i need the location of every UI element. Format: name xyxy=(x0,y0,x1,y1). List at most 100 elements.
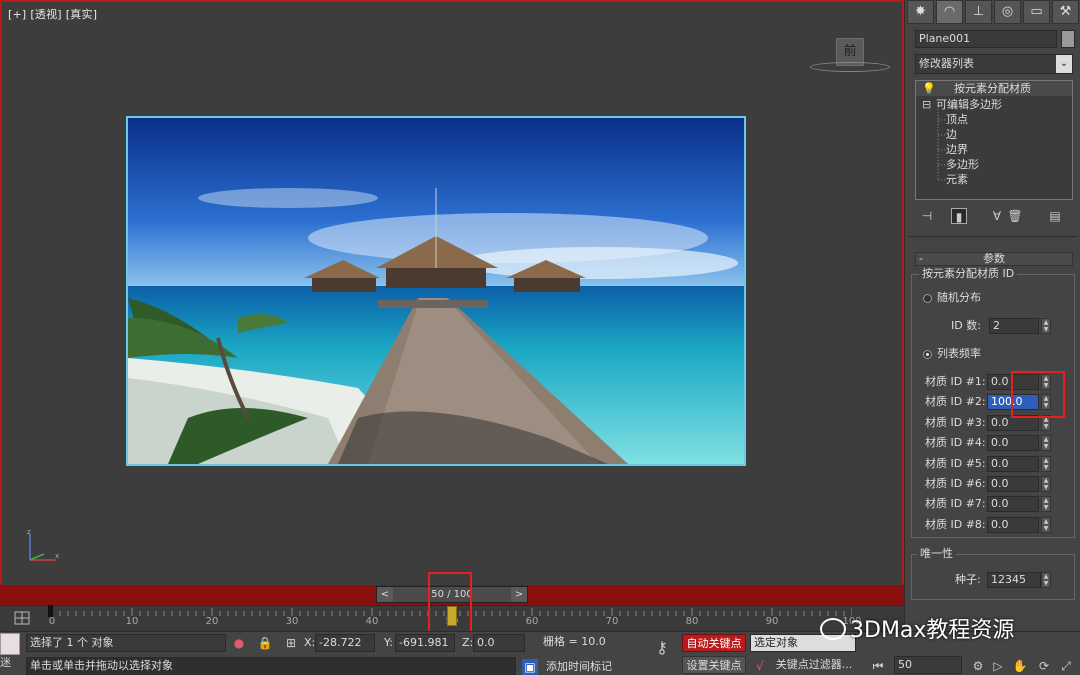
watermark: 3DMax教程资源 xyxy=(820,612,1014,644)
current-frame-field[interactable]: 50 xyxy=(894,656,962,674)
show-end-result-icon[interactable]: ▮ xyxy=(951,208,967,224)
viewcube-compass-ring[interactable] xyxy=(810,62,890,72)
wechat-icon xyxy=(820,618,846,640)
time-slider-next-button[interactable]: > xyxy=(511,587,527,602)
ruler-label: 0 xyxy=(48,616,56,627)
rollout-collapse-icon[interactable]: - xyxy=(919,253,923,265)
time-config-icon[interactable]: ⚙ xyxy=(970,658,986,674)
ruler-label: 10 xyxy=(125,616,139,627)
modify-tab-icon[interactable]: ◠ xyxy=(936,0,963,24)
object-color-swatch[interactable] xyxy=(1061,30,1075,48)
material-id-spinner[interactable]: ▲ ▼ xyxy=(1041,496,1051,513)
add-time-tag-link[interactable]: 添加时间标记 xyxy=(546,658,612,675)
pin-stack-icon[interactable]: ⊣ xyxy=(919,208,935,224)
motion-tab-icon[interactable]: ◎ xyxy=(994,0,1021,24)
viewcube[interactable]: 前 xyxy=(810,38,890,74)
modifier-stack[interactable]: 💡 按元素分配材质 ⊟ 可编辑多边形 顶点 边 边界 多边形 元素 xyxy=(915,80,1073,200)
set-key-mode-button[interactable]: 设置关键点 xyxy=(682,656,746,674)
orbit-icon[interactable]: ⟳ xyxy=(1036,658,1052,674)
material-id-field[interactable]: 0.0 xyxy=(987,435,1039,452)
modifier-list-label: 修改器列表 xyxy=(919,57,974,70)
stack-sub-polygon[interactable]: 多边形 xyxy=(946,157,979,172)
viewport-view-label[interactable]: [透视] xyxy=(30,8,61,21)
utilities-tab-icon[interactable]: ⚒ xyxy=(1052,0,1079,24)
set-key-key-icon[interactable]: ⚷ xyxy=(650,640,674,656)
axis-icon: z x xyxy=(27,528,59,561)
z-coord-field[interactable]: 0.0 xyxy=(473,634,525,652)
ruler-label: 20 xyxy=(205,616,219,627)
z-coord-label: Z: xyxy=(462,636,474,649)
time-slider-prev-button[interactable]: < xyxy=(377,587,393,602)
rollout-title-label: 参数 xyxy=(983,252,1005,265)
stack-sub-border[interactable]: 边界 xyxy=(946,142,968,157)
material-id-label: 材质 ID #8: xyxy=(925,517,986,531)
maximize-viewport-icon[interactable]: ⤢ xyxy=(1058,658,1074,674)
key-filters-button[interactable]: 关键点过滤器... xyxy=(772,656,856,674)
seed-label: 种子: xyxy=(955,573,981,586)
material-id-group-title: 按元素分配材质 ID xyxy=(919,268,1018,280)
x-coord-field[interactable]: -28.722 xyxy=(315,634,375,652)
stack-tools: ⊣ ▮ ∀ 🗑 ▤ xyxy=(915,206,1073,226)
random-distribution-radio[interactable] xyxy=(923,294,932,303)
highlight-time-box xyxy=(428,572,472,636)
pan-hand-icon[interactable]: ✋ xyxy=(1012,658,1028,674)
create-tab-icon[interactable]: ✸ xyxy=(907,0,934,24)
beach-plane-render[interactable] xyxy=(126,116,746,466)
display-tab-icon[interactable]: ▭ xyxy=(1023,0,1050,24)
selection-lock-icon[interactable]: 🔒 xyxy=(257,635,273,651)
seed-spinner[interactable]: ▲ ▼ xyxy=(1041,572,1051,588)
id-count-field[interactable]: 2 xyxy=(989,318,1039,334)
viewport-menu-plus[interactable]: [+] xyxy=(8,8,26,21)
viewport-label[interactable]: [+] [透视] [真实] xyxy=(8,6,101,22)
go-to-start-icon[interactable]: ⏮ xyxy=(870,658,886,674)
material-id-spinner[interactable]: ▲ ▼ xyxy=(1041,516,1051,533)
id-count-spinner[interactable]: ▲ ▼ xyxy=(1041,318,1051,334)
lightbulb-icon[interactable]: 💡 xyxy=(922,81,936,96)
ruler-label: 80 xyxy=(685,616,699,627)
perspective-viewport[interactable]: [+] [透视] [真实] 前 z x xyxy=(0,0,904,585)
parameters-rollout-title[interactable]: - 参数 xyxy=(915,252,1073,266)
stack-sub-edge[interactable]: 边 xyxy=(946,127,957,142)
stack-sub-vertex[interactable]: 顶点 xyxy=(946,112,968,127)
configure-modifier-sets-icon[interactable]: ▤ xyxy=(1047,208,1063,224)
maxscript-mini-label: 迷 xyxy=(0,656,11,669)
viewport-shading-label[interactable]: [真实] xyxy=(66,8,97,21)
list-frequency-radio[interactable] xyxy=(923,350,932,359)
material-id-label: 材质 ID #4: xyxy=(925,436,986,450)
maxscript-listener-swatch[interactable] xyxy=(0,633,20,655)
stack-tree-lines xyxy=(937,109,946,181)
material-id-field[interactable]: 0.0 xyxy=(987,455,1039,472)
stack-item-material-by-element[interactable]: 💡 按元素分配材质 xyxy=(916,81,1072,96)
beach-pier-image xyxy=(128,118,744,464)
material-id-label: 材质 ID #5: xyxy=(925,456,986,470)
material-id-spinner[interactable]: ▲ ▼ xyxy=(1041,435,1051,452)
time-tag-icon[interactable]: ▣ xyxy=(522,659,538,675)
prompt-line: 单击或单击并拖动以选择对象 xyxy=(26,657,516,675)
material-id-spinner[interactable]: ▲ ▼ xyxy=(1041,476,1051,492)
remove-modifier-icon[interactable]: 🗑 xyxy=(1007,208,1023,224)
material-id-field[interactable]: 0.0 xyxy=(987,516,1039,533)
material-id-field[interactable]: 0.0 xyxy=(987,496,1039,513)
modifier-list-dropdown[interactable]: 修改器列表 ⌄ xyxy=(915,54,1073,74)
stack-sub-element[interactable]: 元素 xyxy=(946,172,968,187)
object-name-field[interactable]: Plane001 xyxy=(915,30,1057,48)
seed-field[interactable]: 12345 xyxy=(987,572,1041,588)
isolate-selection-icon[interactable]: ● xyxy=(231,635,247,651)
curve-editor-icon[interactable] xyxy=(12,608,32,628)
start-frame-marker xyxy=(48,605,53,617)
hierarchy-tab-icon[interactable]: ⊥ xyxy=(965,0,992,24)
chevron-down-icon[interactable]: ⌄ xyxy=(1056,55,1072,73)
svg-text:x: x xyxy=(55,552,59,560)
play-icon[interactable]: ▷ xyxy=(990,658,1006,674)
make-unique-icon[interactable]: ∀ xyxy=(989,208,1005,224)
absolute-mode-transform-icon[interactable]: ⊞ xyxy=(283,635,299,651)
random-distribution-label[interactable]: 随机分布 xyxy=(937,289,981,307)
ruler-label: 60 xyxy=(525,616,539,627)
command-panel: ✸ ◠ ⊥ ◎ ▭ ⚒ Plane001 修改器列表 ⌄ 💡 按元素分配材质 ⊟… xyxy=(904,0,1080,631)
auto-key-button[interactable]: 自动关键点 xyxy=(682,634,746,652)
key-filter-curve-icon[interactable]: √ xyxy=(752,658,768,674)
material-id-field[interactable]: 0.0 xyxy=(987,476,1039,492)
list-frequency-label[interactable]: 列表频率 xyxy=(937,345,981,363)
material-id-spinner[interactable]: ▲ ▼ xyxy=(1041,455,1051,472)
y-coord-field[interactable]: -691.981 xyxy=(395,634,455,652)
